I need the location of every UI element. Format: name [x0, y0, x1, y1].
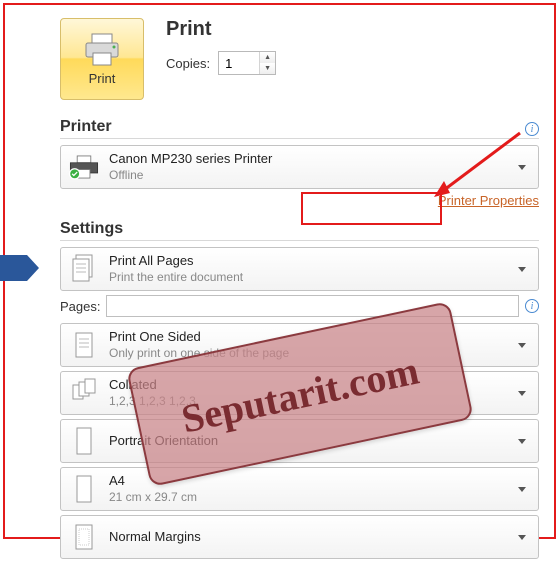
- settings-section-title: Settings: [60, 220, 123, 238]
- portrait-icon: [70, 425, 98, 457]
- printer-dropdown[interactable]: Canon MP230 series Printer Offline: [60, 145, 539, 189]
- margins-icon: [70, 521, 98, 553]
- print-range-dropdown[interactable]: Print All Pages Print the entire documen…: [60, 247, 539, 291]
- info-icon[interactable]: i: [525, 122, 539, 136]
- printer-properties-link[interactable]: Printer Properties: [438, 193, 539, 208]
- chevron-down-icon: [518, 343, 526, 348]
- printer-status: Offline: [109, 168, 504, 183]
- collated-icon: [70, 377, 98, 409]
- print-backstage: Print Print Copies: ▲ ▼ Printer i: [60, 18, 539, 563]
- sides-dropdown[interactable]: Print One Sided Only print on one side o…: [60, 323, 539, 367]
- chevron-down-icon: [518, 487, 526, 492]
- pages-input[interactable]: [106, 295, 519, 317]
- printer-icon: [82, 33, 122, 67]
- paper-size-dropdown[interactable]: A4 21 cm x 29.7 cm: [60, 467, 539, 511]
- print-button[interactable]: Print: [60, 18, 144, 100]
- file-tab-marker: [0, 255, 27, 281]
- print-title: Print: [166, 18, 276, 41]
- paper-icon: [70, 473, 98, 505]
- copies-up[interactable]: ▲: [260, 52, 275, 63]
- orientation-dropdown[interactable]: Portrait Orientation: [60, 419, 539, 463]
- chevron-down-icon: [518, 439, 526, 444]
- chevron-down-icon: [518, 391, 526, 396]
- printer-section-title: Printer: [60, 118, 112, 136]
- chevron-down-icon: [518, 535, 526, 540]
- info-icon[interactable]: i: [525, 299, 539, 313]
- chevron-down-icon: [518, 165, 526, 170]
- copies-down[interactable]: ▼: [260, 63, 275, 74]
- printer-name: Canon MP230 series Printer: [109, 151, 504, 167]
- copies-label: Copies:: [166, 56, 210, 71]
- chevron-down-icon: [518, 267, 526, 272]
- collation-dropdown[interactable]: Collated 1,2,3 1,2,3 1,2,3: [60, 371, 539, 415]
- margins-dropdown[interactable]: Normal Margins: [60, 515, 539, 559]
- copies-input[interactable]: [219, 52, 259, 74]
- copies-spinner[interactable]: ▲ ▼: [218, 51, 276, 75]
- pages-icon: [70, 253, 98, 285]
- print-button-label: Print: [89, 71, 116, 86]
- printer-device-icon: [67, 154, 101, 180]
- one-sided-icon: [70, 329, 98, 361]
- pages-label: Pages:: [60, 299, 100, 314]
